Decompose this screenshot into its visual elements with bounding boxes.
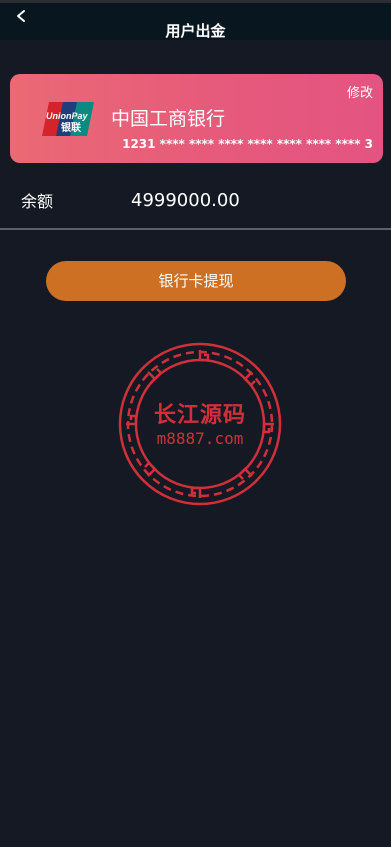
bank-card-withdraw-button[interactable]: 银行卡提现 bbox=[46, 261, 346, 301]
edit-card-button[interactable]: 修改 bbox=[347, 86, 373, 102]
unionpay-logo-icon: UnionPay 银联 bbox=[39, 102, 97, 136]
page-title: 用户出金 bbox=[165, 22, 226, 40]
watermark-url: m8887.com bbox=[156, 429, 244, 448]
unionpay-logo-text: UnionPay bbox=[46, 111, 89, 121]
bank-name: 中国工商银行 bbox=[111, 108, 226, 130]
balance-value: 4999000.00 bbox=[131, 190, 240, 211]
watermark-seal: 长江源码 m8887.com bbox=[117, 341, 283, 507]
header-bar: 用户出金 bbox=[0, 0, 391, 40]
watermark-text: 长江源码 bbox=[153, 403, 246, 428]
bank-card: UnionPay 银联 中国工商银行 修改 1231 **** **** ***… bbox=[10, 74, 383, 163]
unionpay-logo-cn: 银联 bbox=[61, 121, 81, 134]
card-number: 1231 **** **** **** **** **** **** **** … bbox=[122, 137, 373, 151]
balance-row: 余额 4999000.00 bbox=[0, 182, 391, 230]
balance-label: 余额 bbox=[21, 192, 54, 211]
